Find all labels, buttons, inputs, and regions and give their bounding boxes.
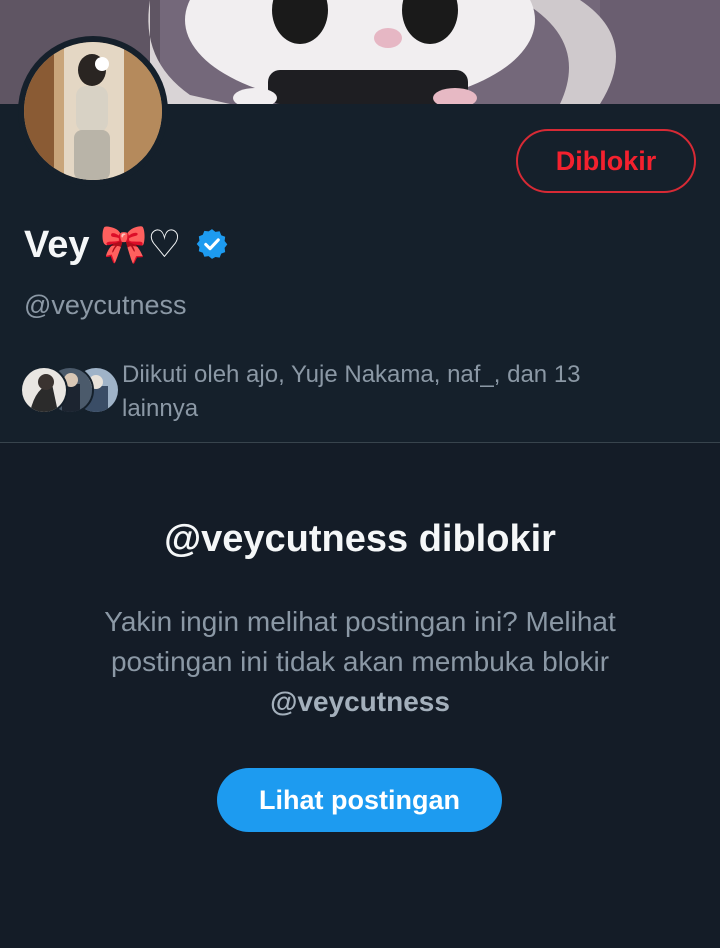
profile-name-row: Vey 🎀♡	[24, 218, 229, 270]
profile-handle: @veycutness	[24, 290, 187, 320]
blocked-message: Yakin ingin melihat postingan ini? Melih…	[60, 602, 660, 722]
blocked-message-text: Yakin ingin melihat postingan ini? Melih…	[104, 606, 616, 677]
blocked-message-handle: @veycutness	[270, 686, 450, 717]
followed-by-row[interactable]: Diikuti oleh ajo, Yuje Nakama, naf_, dan…	[20, 358, 700, 428]
profile-avatar[interactable]	[18, 36, 168, 186]
avatar-image	[24, 42, 162, 180]
follower-avatar	[20, 366, 68, 414]
followed-by-text[interactable]: Diikuti oleh ajo, Yuje Nakama, naf_, dan…	[122, 358, 662, 426]
blocked-title: @veycutness diblokir	[164, 518, 556, 560]
verified-badge-icon[interactable]	[195, 227, 229, 261]
blocked-button[interactable]: Diblokir	[516, 129, 696, 193]
display-name: Vey 🎀♡	[24, 223, 182, 266]
view-posts-button[interactable]: Lihat postingan	[217, 768, 502, 832]
follower-avatars	[20, 366, 120, 414]
